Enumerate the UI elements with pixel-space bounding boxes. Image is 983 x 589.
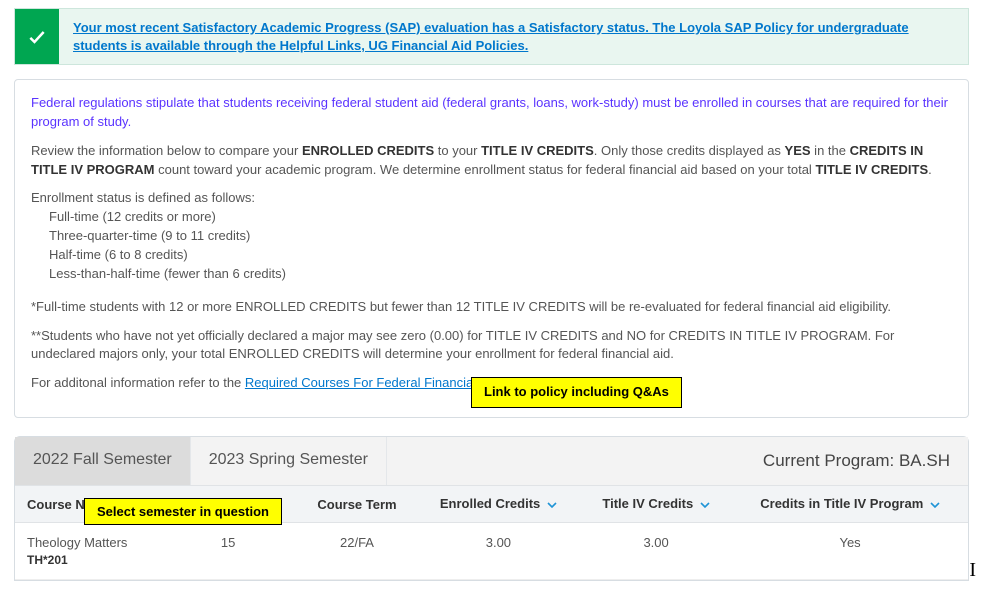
semester-tabs-card: 2022 Fall Semester 2023 Spring Semester … <box>14 436 969 581</box>
enrollment-definitions: Enrollment status is defined as follows:… <box>31 189 952 283</box>
tab-2023-spring[interactable]: 2023 Spring Semester <box>191 437 387 485</box>
sap-status-banner: Your most recent Satisfactory Academic P… <box>14 8 969 65</box>
checkmark-icon <box>15 9 59 64</box>
col-course-term[interactable]: Course Term <box>297 486 417 523</box>
current-program: Current Program: BA.SH <box>745 437 968 485</box>
note-undeclared: **Students who have not yet officially d… <box>31 327 952 365</box>
cell-section: 15 <box>159 523 297 580</box>
course-code: TH*201 <box>27 553 147 567</box>
tab-2022-fall[interactable]: 2022 Fall Semester <box>15 437 191 485</box>
note-fulltime: *Full-time students with 12 or more ENRO… <box>31 298 952 317</box>
chevron-down-icon <box>930 497 940 512</box>
col-credits-in-title4-program[interactable]: Credits in Title IV Program <box>732 486 968 523</box>
table-row: Theology Matters TH*201 15 22/FA 3.00 3.… <box>15 523 968 580</box>
cell-title4: 3.00 <box>580 523 732 580</box>
lead-text: Federal regulations stipulate that stude… <box>31 94 952 132</box>
cell-enrolled: 3.00 <box>417 523 580 580</box>
info-panel: Federal regulations stipulate that stude… <box>14 79 969 418</box>
chevron-down-icon <box>547 497 557 512</box>
col-enrolled-credits[interactable]: Enrolled Credits <box>417 486 580 523</box>
sap-status-link[interactable]: Your most recent Satisfactory Academic P… <box>59 9 968 64</box>
chevron-down-icon <box>700 497 710 512</box>
annotation-semester: Select semester in question <box>84 498 282 525</box>
cell-term: 22/FA <box>297 523 417 580</box>
col-title4-credits[interactable]: Title IV Credits <box>580 486 732 523</box>
cell-inprog: Yes <box>732 523 968 580</box>
review-text: Review the information below to compare … <box>31 142 952 180</box>
tabs-row: 2022 Fall Semester 2023 Spring Semester … <box>15 437 968 485</box>
course-title: Theology Matters <box>27 535 147 550</box>
annotation-policy: Link to policy including Q&As <box>471 377 682 408</box>
text-caret-icon: I <box>969 559 976 582</box>
